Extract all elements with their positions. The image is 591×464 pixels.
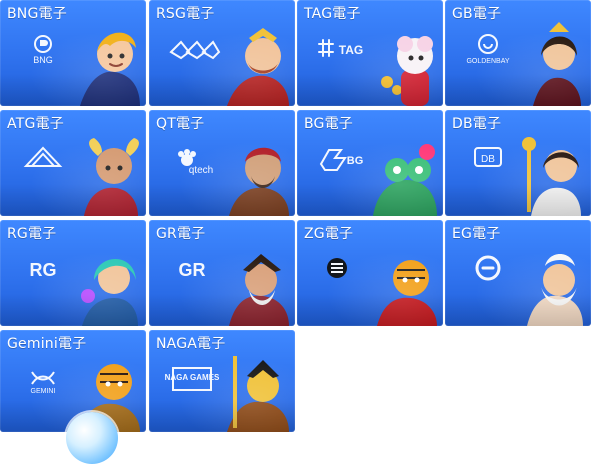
character-icon [522,137,581,216]
provider-title: TAG電子 [304,6,361,22]
provider-tile-atg[interactable]: ATG電子 [0,110,146,216]
character-icon [381,36,433,106]
rg-logo-text: RG [30,260,57,280]
tag-logo: TAG [311,32,369,66]
provider-tile-gr[interactable]: GR電子 GR [149,220,295,326]
provider-title: EG電子 [452,226,501,242]
bg-logo-text: BG [347,155,364,167]
db-logo: DB [459,142,517,176]
naga-logo: NAGA GAMES [163,362,221,396]
character-icon [533,22,581,106]
provider-title: RG電子 [7,226,57,242]
qt-logo-text: qtech [189,165,213,176]
provider-tile-tag[interactable]: TAG電子 TAG [297,0,443,106]
rsg-logo [163,32,221,66]
provider-title: NAGA電子 [156,336,226,352]
provider-title: BG電子 [304,116,354,132]
provider-tile-naga[interactable]: NAGA電子 NAGA GAMES [149,330,295,432]
gb-logo: GOLDENBAY [459,32,517,66]
floating-circle-button[interactable] [66,412,118,464]
provider-tile-zg[interactable]: ZG電子 [297,220,443,326]
bng-logo-text: BNG [33,55,53,65]
atg-logo [14,142,72,176]
qt-logo: qtech [163,142,221,176]
provider-tile-gb[interactable]: GB電子 GOLDENBAY [445,0,591,106]
gb-logo-text: GOLDENBAY [466,58,509,65]
character-icon [229,254,289,326]
character-icon [80,32,140,106]
eg-logo [459,252,517,286]
character-icon [373,144,437,216]
gr-logo-text: GR [179,260,206,280]
gemini-logo: GEMINI [14,362,72,396]
provider-tile-db[interactable]: DB電子 DB [445,110,591,216]
naga-logo-text: NAGA GAMES [165,373,220,382]
bng-logo: BNG [14,32,72,66]
provider-title: GB電子 [452,6,502,22]
provider-title: ZG電子 [304,226,354,242]
character-icon [227,28,289,106]
provider-title: BNG電子 [7,6,67,22]
provider-title: DB電子 [452,116,502,132]
character-icon [81,258,138,326]
provider-tile-bg[interactable]: BG電子 BG [297,110,443,216]
db-logo-text: DB [481,154,495,165]
character-icon [227,356,289,432]
character-icon [229,147,289,216]
provider-title: GR電子 [156,226,206,242]
character-icon [84,138,139,216]
provider-tile-eg[interactable]: EG電子 [445,220,591,326]
provider-tile-gemini[interactable]: Gemini電子 GEMINI [0,330,146,432]
tag-logo-text: TAG [339,43,363,57]
gemini-logo-text: GEMINI [31,388,56,395]
provider-title: ATG電子 [7,116,64,132]
zg-logo [311,252,369,286]
rg-logo: RG [14,252,72,286]
bg-logo: BG [311,142,369,176]
provider-tile-rg[interactable]: RG電子 RG [0,220,146,326]
character-icon [377,260,437,326]
provider-title: QT電子 [156,116,205,132]
provider-tile-rsg[interactable]: RSG電子 [149,0,295,106]
provider-tile-qt[interactable]: QT電子 qtech [149,110,295,216]
gr-logo: GR [163,252,221,286]
provider-grid: BNG電子 BNG RSG電子 TAG電子 TAG GB電子 GOLDENBAY… [0,0,591,464]
character-icon [527,254,583,326]
provider-tile-bng[interactable]: BNG電子 BNG [0,0,146,106]
provider-title: RSG電子 [156,6,215,22]
